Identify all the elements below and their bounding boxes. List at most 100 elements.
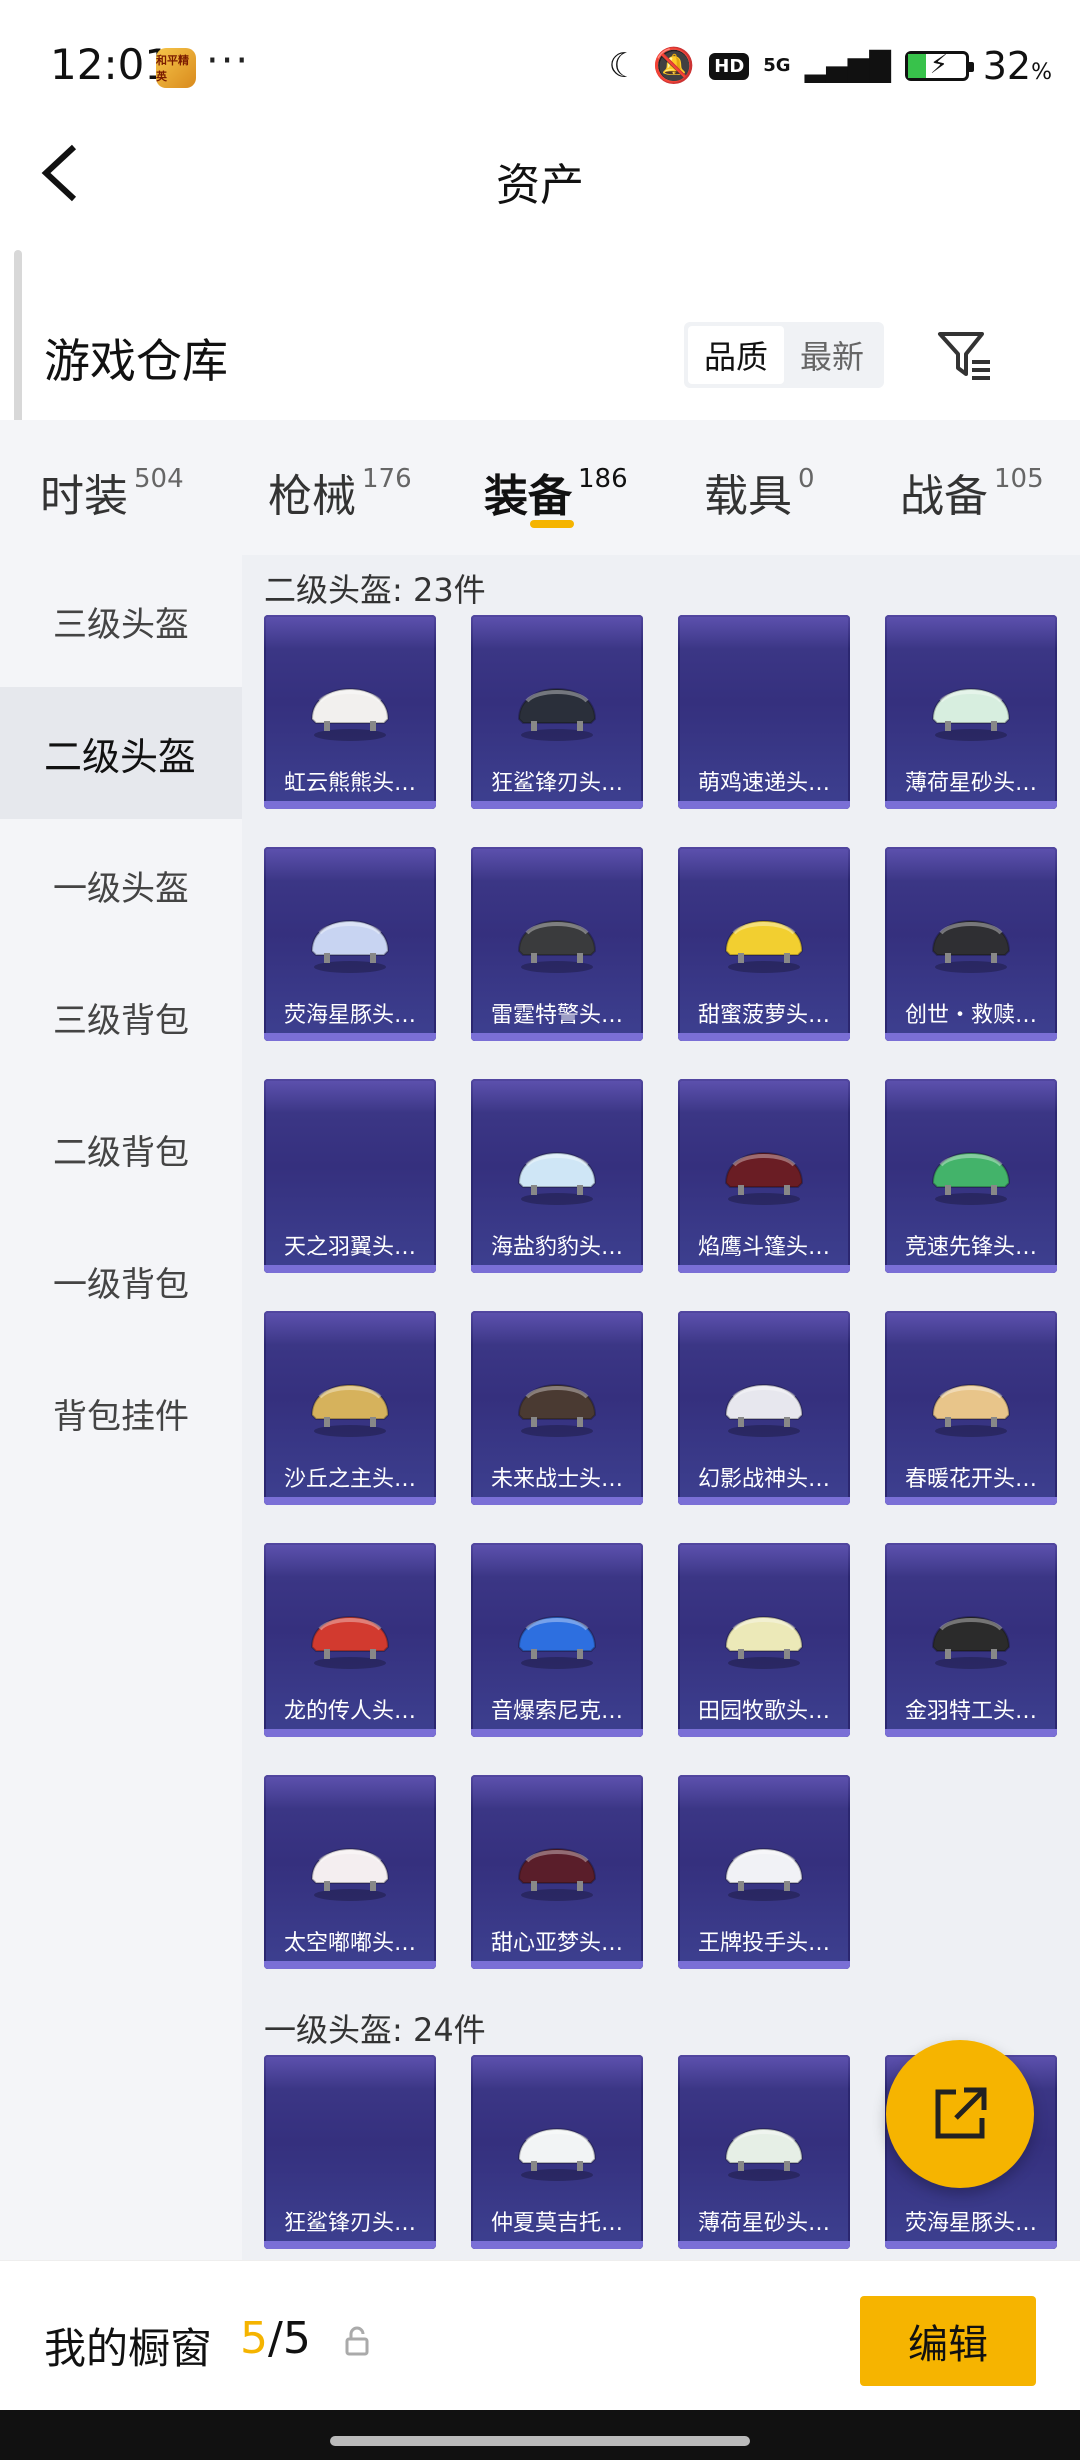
status-time: 12:01 (50, 40, 172, 89)
item-card[interactable]: 天之羽翼头… (264, 1079, 436, 1273)
sidebar-item-helmet-lv2[interactable]: 二级头盔 (0, 687, 242, 819)
tab-equipment[interactable]: 装备 186 (484, 460, 628, 524)
item-card[interactable]: 田园牧歌头… (678, 1543, 850, 1737)
lock-icon (344, 2325, 370, 2357)
showcase-bar: 我的橱窗 5/5 编辑 (0, 2260, 1080, 2410)
item-name: 雷霆特警头… (490, 1003, 623, 1028)
sidebar-item-helmet-lv1[interactable]: 一级头盔 (0, 819, 242, 951)
sidebar-item-backpack-lv1[interactable]: 一级背包 (0, 1215, 242, 1347)
item-name: 田园牧歌头… (697, 1699, 830, 1724)
item-card[interactable]: 焰鹰斗篷头… (678, 1079, 850, 1273)
sort-quality-button[interactable]: 品质 (688, 326, 784, 384)
more-dots-icon: ··· (206, 38, 251, 84)
item-name: 狂鲨锋刃头… (490, 771, 623, 796)
item-card[interactable]: 未来战士头… (471, 1311, 643, 1505)
home-indicator[interactable] (330, 2436, 750, 2446)
sidebar-item-helmet-lv3[interactable]: 三级头盔 (0, 555, 242, 687)
item-name: 太空嘟嘟头… (283, 1931, 416, 1956)
item-card[interactable]: 荧海星豚头… (264, 847, 436, 1041)
item-name: 薄荷星砂头… (697, 2211, 830, 2236)
helmet-icon (517, 688, 597, 741)
item-card[interactable]: 太空嘟嘟头… (264, 1775, 436, 1969)
sidebar-item-backpack-lv3[interactable]: 三级背包 (0, 951, 242, 1083)
showcase-label: 我的橱窗 (44, 2324, 213, 2373)
item-card[interactable]: 海盐豹豹头… (471, 1079, 643, 1273)
item-card[interactable]: 王牌投手头… (678, 1775, 850, 1969)
sort-latest-button[interactable]: 最新 (784, 326, 880, 384)
showcase-count: 5/5 (240, 2313, 311, 2364)
item-name: 狂鲨锋刃头… (283, 2211, 416, 2236)
helmet-icon (517, 1152, 597, 1205)
helmet-icon (724, 1848, 804, 1901)
helmet-icon (517, 1384, 597, 1437)
sidebar-item-backpack-charm[interactable]: 背包挂件 (0, 1347, 242, 1479)
item-card[interactable]: 雷霆特警头… (471, 847, 643, 1041)
filter-icon[interactable] (936, 328, 992, 382)
battery-percent: 32% (982, 44, 1052, 88)
item-card[interactable]: 萌鸡速递头… (678, 615, 850, 809)
battery-icon: ⚡ (904, 50, 974, 81)
active-tab-indicator (530, 520, 574, 528)
helmet-icon (724, 1384, 804, 1437)
helmet-icon (931, 1384, 1011, 1437)
item-name: 创世・救赎… (904, 1003, 1037, 1028)
item-name: 春暖花开头… (904, 1467, 1037, 1492)
item-card[interactable]: 沙丘之主头… (264, 1311, 436, 1505)
helmet-icon (517, 920, 597, 973)
item-card[interactable]: 音爆索尼克… (471, 1543, 643, 1737)
item-card[interactable]: 狂鲨锋刃头… (471, 615, 643, 809)
share-fab-button[interactable] (886, 2040, 1034, 2188)
tab-vehicles[interactable]: 载具 0 (704, 460, 815, 524)
helmet-icon (724, 2128, 804, 2181)
helmet-icon (517, 1848, 597, 1901)
sidebar-item-backpack-lv2[interactable]: 二级背包 (0, 1083, 242, 1215)
tab-weapons[interactable]: 枪械 176 (268, 460, 412, 524)
item-name: 龙的传人头… (283, 1699, 416, 1724)
item-card[interactable]: 薄荷星砂头… (678, 2055, 850, 2249)
share-external-icon (935, 2087, 987, 2139)
helmet-icon (931, 920, 1011, 973)
item-card[interactable]: 春暖花开头… (885, 1311, 1057, 1505)
item-name: 天之羽翼头… (283, 1235, 416, 1260)
scroll-indicator (14, 250, 22, 430)
item-card[interactable]: 狂鲨锋刃头… (264, 2055, 436, 2249)
helmet-icon (517, 2128, 597, 2181)
signal-5g-icon: 5G (763, 55, 791, 76)
item-name: 甜心亚梦头… (490, 1931, 623, 1956)
helmet-icon (310, 920, 390, 973)
item-name: 幻影战神头… (697, 1467, 830, 1492)
tab-supplies[interactable]: 战备 105 (900, 460, 1044, 524)
item-card[interactable]: 甜心亚梦头… (471, 1775, 643, 1969)
item-name: 金羽特工头… (904, 1699, 1037, 1724)
item-card[interactable]: 金羽特工头… (885, 1543, 1057, 1737)
helmet-icon (931, 688, 1011, 741)
item-card[interactable]: 甜蜜菠萝头… (678, 847, 850, 1041)
item-name: 甜蜜菠萝头… (697, 1003, 830, 1028)
category-tabs: 时装 504 枪械 176 装备 186 载具 0 战备 105 (0, 420, 1080, 555)
item-name: 萌鸡速递头… (697, 771, 830, 796)
mute-icon: 🔕 (652, 46, 696, 86)
item-card[interactable]: 薄荷星砂头… (885, 615, 1057, 809)
sort-toggle: 品质 最新 (684, 322, 884, 388)
top-app-bar: 资产 (0, 135, 1080, 215)
system-nav-bar (0, 2410, 1080, 2460)
helmet-icon (724, 1152, 804, 1205)
subcategory-sidebar: 三级头盔 二级头盔 一级头盔 三级背包 二级背包 一级背包 背包挂件 (0, 555, 242, 2260)
helmet-icon (931, 1616, 1011, 1669)
edit-button[interactable]: 编辑 (860, 2296, 1036, 2386)
helmet-icon (724, 1616, 804, 1669)
item-card[interactable]: 竞速先锋头… (885, 1079, 1057, 1273)
group-title-helmet-lv1: 一级头盔: 24件 (264, 2011, 486, 2049)
helmet-icon (310, 1848, 390, 1901)
item-card[interactable]: 龙的传人头… (264, 1543, 436, 1737)
item-card[interactable]: 仲夏莫吉托… (471, 2055, 643, 2249)
item-name: 薄荷星砂头… (904, 771, 1037, 796)
signal-bars-icon: ▂▄▆█ (804, 49, 891, 83)
helmet-icon (517, 1616, 597, 1669)
item-card[interactable]: 幻影战神头… (678, 1311, 850, 1505)
warehouse-title: 游戏仓库 (44, 334, 228, 388)
tab-fashion[interactable]: 时装 504 (40, 460, 184, 524)
helmet-icon (310, 1616, 390, 1669)
item-card[interactable]: 创世・救赎… (885, 847, 1057, 1041)
item-card[interactable]: 虹云熊熊头… (264, 615, 436, 809)
